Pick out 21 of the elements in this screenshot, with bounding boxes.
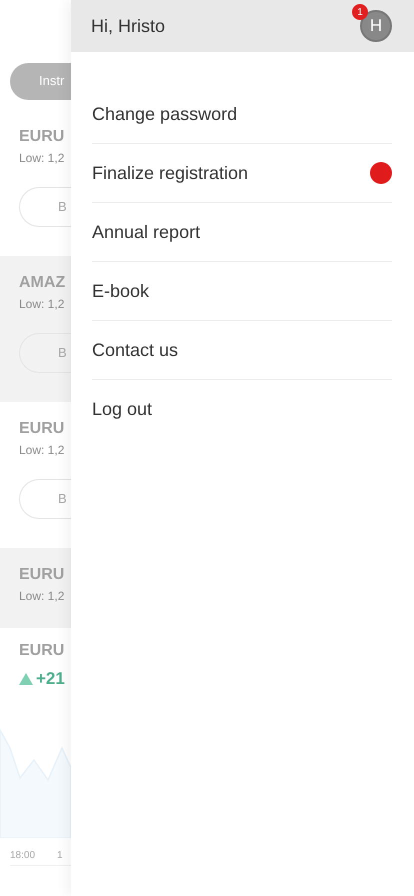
instrument-symbol: EURU xyxy=(19,565,66,585)
low-price: Low: 1,2 xyxy=(19,296,66,312)
menu-item[interactable]: Finalize registration xyxy=(92,144,392,203)
instrument-symbol: AMAZ xyxy=(19,273,66,293)
low-price: Low: 1,2 xyxy=(19,150,66,166)
menu-item[interactable]: Log out xyxy=(92,380,392,439)
time-axis-label: 18:00 xyxy=(10,849,36,863)
greeting: Hi, Hristo xyxy=(91,14,166,38)
menu-item[interactable]: Contact us xyxy=(92,321,392,380)
up-triangle-icon xyxy=(19,673,33,685)
low-price: Low: 1,2 xyxy=(19,442,66,458)
menu-item[interactable]: E-book xyxy=(92,262,392,321)
notification-badge: 1 xyxy=(352,4,368,20)
price-change: +21 xyxy=(36,668,65,690)
time-axis-label: 1 xyxy=(57,849,63,863)
menu-item[interactable]: Annual report xyxy=(92,203,392,262)
instrument-symbol: EURU xyxy=(19,419,66,439)
instrument-symbol: EURU xyxy=(19,127,66,147)
instrument-symbol: EURU xyxy=(19,641,66,661)
low-price: Low: 1,2 xyxy=(19,588,66,604)
menu-item[interactable]: Change password xyxy=(92,85,392,144)
